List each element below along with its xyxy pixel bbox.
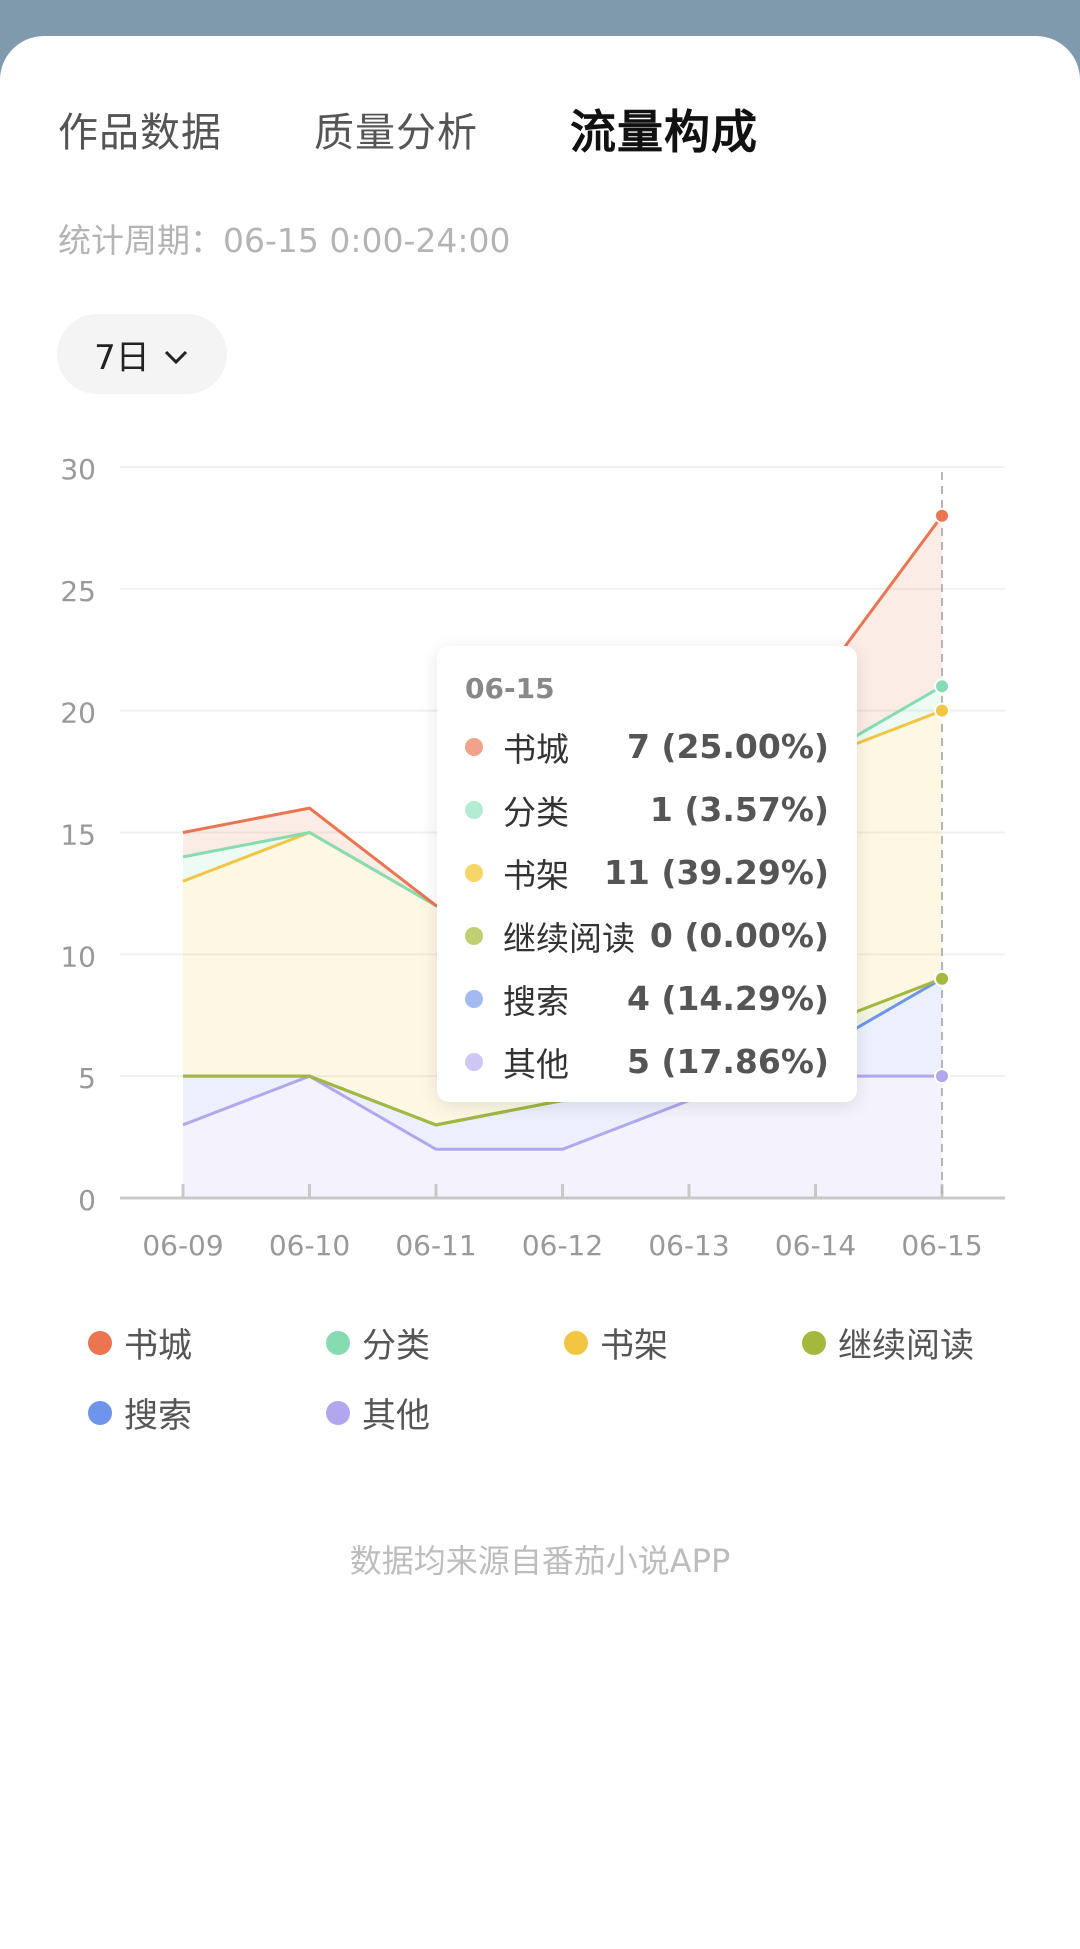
tooltip-row: 分类 1 (3.57%)	[465, 778, 829, 841]
legend-item[interactable]: 继续阅读	[802, 1318, 974, 1367]
tooltip-row: 书城 7 (25.00%)	[465, 715, 829, 778]
tooltip-series-dot	[465, 737, 483, 756]
legend-label: 分类	[362, 1326, 430, 1366]
x-tick-label: 06-12	[522, 1229, 603, 1262]
tooltip-series-dot	[465, 863, 483, 882]
legend-item[interactable]: 搜索	[88, 1388, 192, 1437]
tooltip-row: 书架 11 (39.29%)	[465, 841, 829, 904]
tooltip-row: 继续阅读 0 (0.00%)	[465, 904, 829, 967]
legend-dot-icon	[88, 1330, 112, 1355]
tooltip-series-dot	[465, 1052, 483, 1071]
tooltip-series-dot	[465, 989, 483, 1008]
legend-item[interactable]: 分类	[326, 1318, 430, 1367]
tooltip-series-value: 7 (25.00%)	[626, 727, 829, 766]
chart-tooltip: 06-15 书城 7 (25.00%) 分类 1 (3.57%) 书架 11 (39.29…	[437, 646, 857, 1102]
highlight-point	[934, 702, 950, 719]
tooltip-series-name: 其他	[503, 1044, 569, 1084]
legend-label: 书架	[600, 1326, 668, 1366]
x-tick-label: 06-09	[142, 1229, 223, 1262]
y-tick-label: 10	[60, 940, 96, 973]
tooltip-series-name: 书城	[503, 729, 569, 769]
legend-label: 继续阅读	[838, 1326, 974, 1366]
data-source-footer: 数据均来源自番茄小说APP	[349, 1542, 731, 1580]
tooltip-row: 其他 5 (17.86%)	[465, 1030, 829, 1093]
legend-item[interactable]: 其他	[326, 1388, 430, 1437]
legend-item[interactable]: 书架	[564, 1318, 668, 1367]
legend-label: 搜索	[124, 1396, 192, 1436]
x-tick-label: 06-15	[901, 1229, 982, 1262]
legend-dot-icon	[326, 1330, 350, 1355]
tooltip-series-name: 搜索	[503, 981, 569, 1021]
legend-dot-icon	[88, 1400, 112, 1425]
legend-dot-icon	[802, 1330, 826, 1355]
x-tick-label: 06-10	[269, 1229, 350, 1262]
tooltip-series-dot	[465, 800, 483, 819]
tooltip-series-name: 书架	[503, 855, 569, 895]
tooltip-series-value: 5 (17.86%)	[626, 1042, 829, 1081]
legend-dot-icon	[326, 1400, 350, 1425]
y-tick-label: 5	[78, 1062, 96, 1095]
x-tick-label: 06-14	[775, 1229, 856, 1262]
highlight-point	[934, 507, 950, 524]
tooltip-row: 搜索 4 (14.29%)	[465, 967, 829, 1030]
tooltip-series-value: 11 (39.29%)	[603, 853, 829, 892]
tooltip-series-name: 继续阅读	[503, 918, 635, 958]
y-tick-label: 0	[78, 1184, 96, 1217]
legend-label: 书城	[124, 1326, 192, 1366]
y-tick-label: 25	[60, 575, 96, 608]
legend-label: 其他	[362, 1396, 430, 1436]
x-tick-label: 06-13	[648, 1229, 729, 1262]
highlight-point	[934, 678, 950, 695]
tooltip-date: 06-15	[465, 672, 555, 705]
tooltip-series-value: 0 (0.00%)	[649, 916, 829, 955]
tooltip-series-dot	[465, 926, 483, 945]
highlight-point	[934, 970, 950, 987]
y-tick-label: 30	[60, 453, 96, 486]
tooltip-series-name: 分类	[503, 792, 569, 832]
highlight-point	[934, 1068, 950, 1085]
tooltip-series-value: 4 (14.29%)	[626, 979, 829, 1018]
legend-dot-icon	[564, 1330, 588, 1355]
y-tick-label: 15	[60, 819, 96, 852]
tooltip-series-value: 1 (3.57%)	[649, 790, 829, 829]
x-tick-label: 06-11	[395, 1229, 476, 1262]
y-tick-label: 20	[60, 697, 96, 730]
legend-item[interactable]: 书城	[88, 1318, 192, 1367]
